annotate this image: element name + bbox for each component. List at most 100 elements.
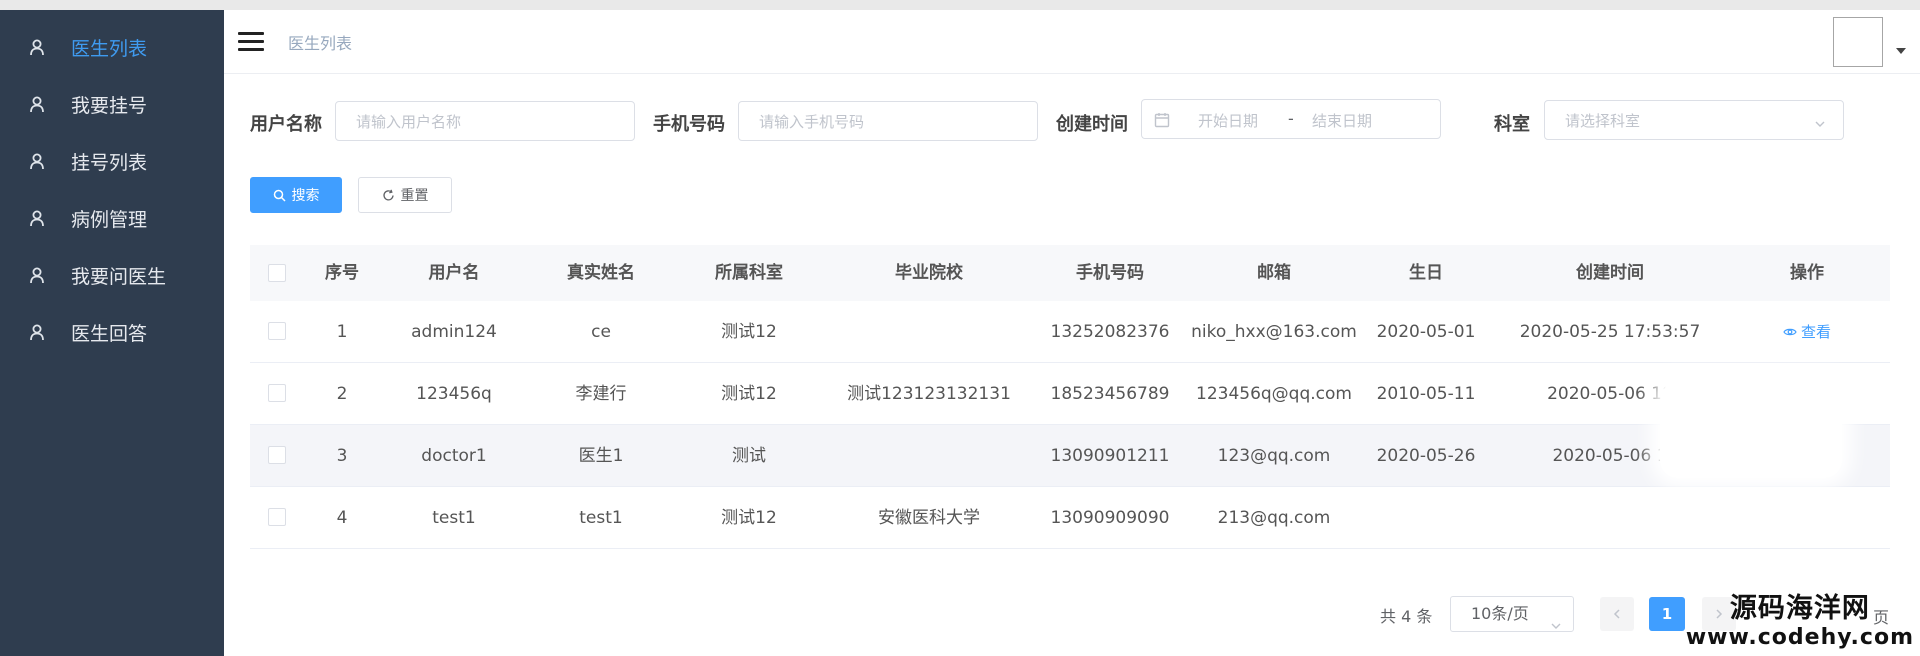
search-button-label: 搜索 — [291, 188, 320, 204]
column-header: 毕业院校 — [895, 263, 963, 283]
cell-phone: 13252082376 — [1050, 322, 1170, 342]
cell-department: 测试12 — [721, 384, 777, 404]
eye-icon — [1783, 365, 1797, 398]
date-range-separator: - — [1288, 109, 1294, 128]
page-number-current[interactable]: 1 — [1649, 597, 1685, 631]
cell-real-name: ce — [591, 322, 611, 342]
sidebar-item-label: 医生回答 — [71, 322, 148, 345]
cell-department: 测试12 — [721, 322, 777, 342]
column-header: 创建时间 — [1576, 263, 1644, 283]
cell-department: 测试12 — [721, 508, 777, 528]
cell-phone: 18523456789 — [1050, 384, 1170, 404]
cell-real-name: 医生1 — [578, 446, 624, 466]
chevron-down-icon — [1551, 609, 1561, 629]
username-filter-label: 用户名称 — [250, 114, 322, 135]
cell-index: 1 — [336, 322, 348, 342]
created-date-range-picker[interactable]: 开始日期 - 结束日期 — [1141, 99, 1441, 139]
column-header: 所属科室 — [715, 263, 783, 283]
top-header: 医生列表 — [224, 10, 1920, 74]
watermark-line1: 源码海洋网 — [1729, 593, 1870, 624]
sidebar-item-label: 我要问医生 — [71, 265, 167, 288]
sidebar-item-case-management[interactable]: 病例管理 — [0, 193, 224, 243]
breadcrumb: 医生列表 — [288, 34, 353, 53]
reset-button[interactable]: 重置 — [358, 177, 452, 213]
eye-icon — [1783, 303, 1797, 336]
column-header: 真实姓名 — [567, 263, 635, 283]
sidebar-item-register[interactable]: 我要挂号 — [0, 79, 224, 129]
cell-school: 测试123123132131 — [847, 384, 1011, 404]
department-select[interactable]: 请选择科室 — [1544, 100, 1844, 140]
user-icon — [28, 38, 46, 56]
cell-department: 测试 — [732, 446, 766, 466]
hamburger-menu-icon[interactable] — [238, 32, 264, 52]
column-header: 手机号码 — [1076, 263, 1144, 283]
page-size-value: 10条/页 — [1471, 604, 1529, 623]
cell-created-time: 2020-05-25 17:53:57 — [1519, 322, 1701, 342]
sidebar-item-doctor-list[interactable]: 医生列表 — [0, 22, 224, 72]
column-header: 生日 — [1409, 263, 1443, 283]
cell-index: 3 — [336, 446, 348, 466]
sidebar-item-label: 医生列表 — [71, 37, 148, 60]
screen-glare-occlusion — [1660, 382, 1842, 478]
cell-real-name: 李建行 — [575, 384, 627, 404]
cell-school — [822, 425, 1036, 487]
cell-phone: 13090901211 — [1050, 446, 1170, 466]
cell-email: 213@qq.com — [1217, 508, 1331, 528]
user-icon — [28, 209, 46, 227]
cell-phone: 13090909090 — [1050, 508, 1170, 528]
sidebar-item-label: 我要挂号 — [71, 94, 148, 117]
page-size-select[interactable]: 10条/页 — [1450, 596, 1574, 632]
pagination-total: 共 4 条 — [1380, 607, 1433, 626]
table-row: 1 admin124 ce 测试12 13252082376 niko_hxx@… — [250, 301, 1890, 363]
prev-page-button[interactable] — [1600, 597, 1634, 631]
row-checkbox[interactable] — [268, 384, 286, 402]
created-time-filter-label: 创建时间 — [1056, 114, 1128, 135]
caret-down-icon[interactable] — [1896, 48, 1906, 54]
cell-email: 123456q@qq.com — [1196, 384, 1352, 404]
user-icon — [28, 323, 46, 341]
refresh-icon — [382, 189, 395, 202]
chevron-down-icon — [1815, 115, 1825, 127]
search-icon — [273, 189, 286, 202]
row-checkbox[interactable] — [268, 322, 286, 340]
cell-school — [822, 301, 1036, 363]
cell-real-name: test1 — [579, 508, 623, 528]
cell-email: niko_hxx@163.com — [1191, 322, 1357, 342]
sidebar-item-ask-doctor[interactable]: 我要问医生 — [0, 250, 224, 300]
username-search-input[interactable]: 请输入用户名称 — [335, 101, 635, 141]
screen-glare-fade — [1380, 490, 1890, 542]
user-icon — [28, 266, 46, 284]
phone-filter-label: 手机号码 — [653, 114, 725, 135]
column-header: 序号 — [325, 263, 359, 283]
avatar[interactable] — [1833, 17, 1883, 67]
sidebar-item-doctor-answers[interactable]: 医生回答 — [0, 307, 224, 357]
user-icon — [28, 95, 46, 113]
sidebar: 医生列表 我要挂号 挂号列表 病例管理 我要问医生 医生回答 — [0, 10, 224, 656]
cell-index: 2 — [336, 384, 348, 404]
cell-birthday: 2020-05-01 — [1376, 322, 1476, 342]
view-link[interactable]: 查看 — [1783, 323, 1831, 341]
sidebar-item-registration-list[interactable]: 挂号列表 — [0, 136, 224, 186]
column-header: 邮箱 — [1257, 263, 1291, 283]
row-checkbox[interactable] — [268, 508, 286, 526]
table-header: 序号 用户名 真实姓名 所属科室 毕业院校 手机号码 邮箱 生日 创建时间 操作 — [250, 245, 1890, 301]
cell-birthday: 2010-05-11 — [1376, 384, 1476, 404]
end-date-placeholder: 结束日期 — [1312, 112, 1373, 130]
search-button[interactable]: 搜索 — [250, 177, 342, 213]
start-date-placeholder: 开始日期 — [1198, 112, 1259, 130]
cell-email: 123@qq.com — [1217, 446, 1331, 466]
cell-username: admin124 — [411, 322, 497, 342]
phone-search-input[interactable]: 请输入手机号码 — [738, 101, 1038, 141]
column-header: 操作 — [1790, 263, 1824, 283]
cell-username: test1 — [432, 508, 476, 528]
select-all-checkbox[interactable] — [268, 264, 286, 282]
department-filter-label: 科室 — [1494, 114, 1530, 135]
calendar-icon — [1154, 112, 1170, 128]
chevron-left-icon — [1613, 609, 1620, 619]
column-header: 用户名 — [428, 263, 480, 283]
row-checkbox[interactable] — [268, 446, 286, 464]
watermark-line2: www.codehy.com — [1685, 625, 1914, 650]
watermark: 源码海洋网 www.codehy.com — [1686, 586, 1914, 650]
cell-school: 安徽医科大学 — [878, 508, 980, 528]
window-top-strip — [0, 0, 1920, 10]
